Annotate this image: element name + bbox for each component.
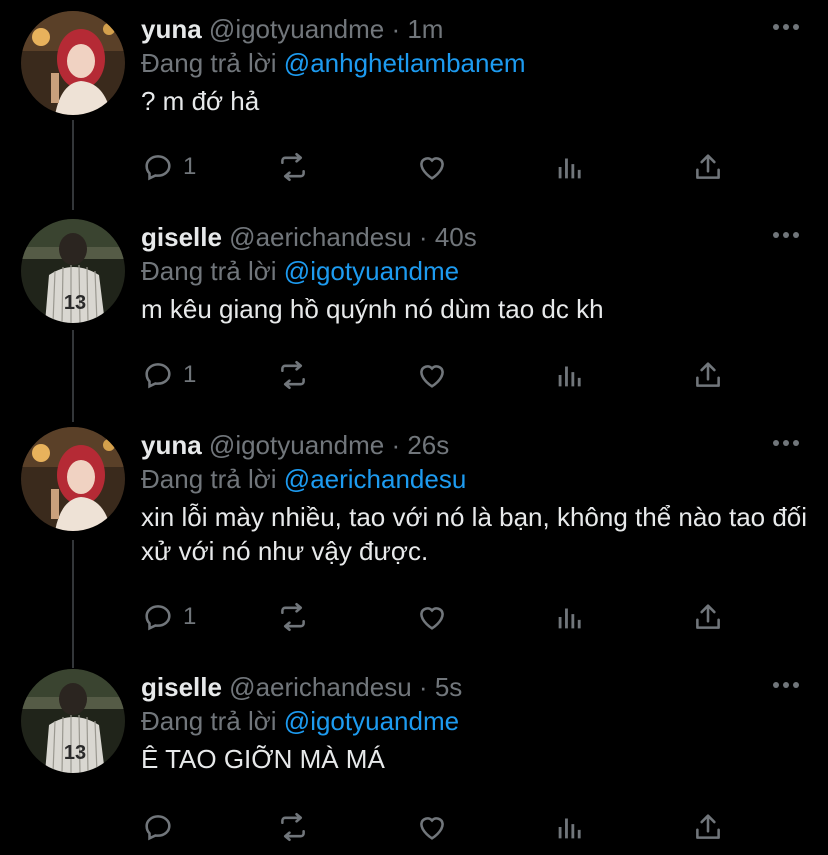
like-button[interactable]	[415, 600, 449, 634]
tweet[interactable]: 13 giselle @aerichandesu · 40s Đang trả …	[0, 208, 828, 408]
action-bar: 1	[141, 358, 741, 392]
like-icon	[420, 365, 444, 388]
author-name[interactable]: giselle	[141, 672, 222, 702]
reply-prefix: Đang trả lời	[141, 256, 277, 286]
retweet-icon	[281, 812, 305, 842]
retweet-button[interactable]	[275, 810, 311, 844]
separator-dot: ·	[418, 672, 428, 702]
reply-count: 1	[183, 153, 197, 180]
action-bar: 1	[141, 600, 741, 634]
svg-text:13: 13	[64, 742, 86, 764]
analytics-icon	[558, 366, 581, 387]
reply-prefix: Đang trả lời	[141, 48, 277, 78]
reply-context: Đang trả lời @igotyuandme	[141, 706, 459, 736]
reply-icon	[145, 363, 171, 389]
timestamp[interactable]: 40s	[435, 222, 477, 252]
like-button[interactable]	[415, 150, 449, 184]
more-icon[interactable]	[772, 438, 800, 448]
action-bar: 1	[141, 150, 741, 184]
reply-mention-link[interactable]: @anhghetlambanem	[284, 48, 526, 78]
share-icon	[696, 362, 720, 387]
timestamp[interactable]: 5s	[435, 672, 462, 702]
separator-dot: ·	[391, 14, 401, 44]
action-bar	[141, 810, 741, 844]
reply-context: Đang trả lời @anhghetlambanem	[141, 48, 526, 78]
reply-icon	[145, 155, 171, 181]
timestamp[interactable]: 26s	[407, 430, 449, 460]
analytics-button[interactable]	[553, 810, 587, 844]
share-button[interactable]	[691, 810, 725, 844]
timestamp[interactable]: 1m	[407, 14, 443, 44]
share-icon	[696, 154, 720, 179]
share-button[interactable]	[691, 600, 725, 634]
like-button[interactable]	[415, 358, 449, 392]
reply-count: 1	[183, 361, 197, 388]
avatar[interactable]: 13	[21, 669, 125, 773]
share-icon	[696, 814, 720, 839]
reply-prefix: Đang trả lời	[141, 464, 277, 494]
reply-count: 1	[183, 603, 197, 630]
avatar[interactable]	[21, 427, 125, 531]
analytics-icon	[558, 158, 581, 179]
retweet-button[interactable]	[275, 150, 311, 184]
reply-button[interactable]: 1	[141, 150, 196, 184]
analytics-button[interactable]	[553, 600, 587, 634]
avatar[interactable]: 13	[21, 219, 125, 323]
author-handle[interactable]: @igotyuandme	[209, 430, 384, 460]
retweet-icon	[281, 360, 305, 390]
retweet-button[interactable]	[275, 358, 311, 392]
analytics-button[interactable]	[553, 150, 587, 184]
like-icon	[420, 817, 444, 840]
reply-button[interactable]: 1	[141, 358, 196, 392]
reply-mention-link[interactable]: @igotyuandme	[284, 706, 459, 736]
tweet-text: ? m đớ hả	[141, 86, 260, 116]
tweet-text: m kêu giang hồ quýnh nó dùm tao dc kh	[141, 294, 604, 324]
analytics-icon	[558, 608, 581, 629]
author-name[interactable]: yuna	[141, 430, 202, 460]
author-handle[interactable]: @igotyuandme	[209, 14, 384, 44]
like-icon	[420, 607, 444, 630]
share-button[interactable]	[691, 358, 725, 392]
separator-dot: ·	[391, 430, 401, 460]
share-button[interactable]	[691, 150, 725, 184]
reply-mention-link[interactable]: @aerichandesu	[284, 464, 467, 494]
avatar[interactable]	[21, 11, 125, 115]
reply-icon	[145, 605, 171, 631]
more-icon[interactable]	[772, 230, 800, 240]
reply-context: Đang trả lời @igotyuandme	[141, 256, 459, 286]
separator-dot: ·	[418, 222, 428, 252]
like-button[interactable]	[415, 810, 449, 844]
like-icon	[420, 157, 444, 180]
reply-icon	[145, 815, 171, 841]
tweet-text: Ê TAO GIỠN MÀ MÁ	[141, 744, 385, 774]
reply-button[interactable]	[141, 810, 183, 844]
tweet[interactable]: 13 giselle @aerichandesu · 5s Đang trả l…	[0, 658, 828, 855]
svg-text:13: 13	[64, 292, 86, 314]
author-name[interactable]: giselle	[141, 222, 222, 252]
reply-prefix: Đang trả lời	[141, 706, 277, 736]
tweet[interactable]: yuna @igotyuandme · 1m Đang trả lời @anh…	[0, 0, 828, 200]
tweet[interactable]: yuna @igotyuandme · 26s Đang trả lời @ae…	[0, 416, 828, 656]
author-handle[interactable]: @aerichandesu	[229, 222, 412, 252]
tweet-text: xin lỗi mày nhiều, tao với nó là bạn, kh…	[141, 502, 808, 566]
author-name[interactable]: yuna	[141, 14, 202, 44]
retweet-icon	[281, 602, 305, 632]
reply-mention-link[interactable]: @igotyuandme	[284, 256, 459, 286]
author-handle[interactable]: @aerichandesu	[229, 672, 412, 702]
share-icon	[696, 604, 720, 629]
more-icon[interactable]	[772, 22, 800, 32]
analytics-icon	[558, 818, 581, 839]
retweet-button[interactable]	[275, 600, 311, 634]
retweet-icon	[281, 152, 305, 182]
reply-context: Đang trả lời @aerichandesu	[141, 464, 466, 494]
reply-button[interactable]: 1	[141, 600, 196, 634]
more-icon[interactable]	[772, 680, 800, 690]
analytics-button[interactable]	[553, 358, 587, 392]
